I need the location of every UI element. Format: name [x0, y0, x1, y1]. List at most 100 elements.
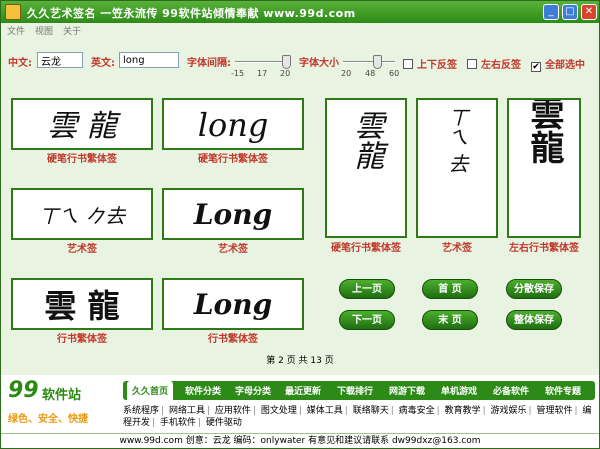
signature-text: 雲 龍: [44, 287, 119, 325]
preview-caption: 硬笔行书繁体签: [331, 243, 401, 254]
prev-page-button[interactable]: 上一页: [339, 279, 395, 299]
minimize-button[interactable]: _: [543, 4, 559, 20]
signature-image: Long: [193, 288, 272, 321]
font-spacing-label: 字体间隔:: [187, 58, 231, 69]
flip-horizontal-label: 左右反签: [481, 60, 521, 71]
preview-running-chinese[interactable]: 雲 龍: [11, 278, 153, 330]
spacing-tick-mid: 17: [257, 69, 268, 78]
signature-image: 雲龍: [524, 96, 564, 164]
preview-caption: 硬笔行书繁体签: [47, 154, 117, 165]
maximize-button[interactable]: □: [562, 4, 578, 20]
site-links: 系统程序 | 网络工具 | 应用软件 | 图文处理 | 媒体工具 | 联络聊天 | 病毒安全…: [123, 406, 592, 428]
tab-alphabet[interactable]: 字母分类: [235, 384, 271, 397]
first-page-button[interactable]: 首 页: [422, 279, 478, 299]
preview-vertical-art[interactable]: ㄒㄟ 去: [416, 98, 498, 238]
tab-latest[interactable]: 最近更新: [285, 384, 321, 397]
link-item[interactable]: 病毒安全: [399, 406, 435, 416]
flip-vertical-checkbox[interactable]: 上下反签: [403, 56, 457, 71]
tab-topics[interactable]: 软件专题: [545, 384, 581, 397]
preview-running-english[interactable]: Long: [162, 278, 304, 330]
signature-image: Long: [193, 198, 272, 231]
link-item[interactable]: 游戏娱乐: [491, 406, 527, 416]
signature-text: 雲龍: [349, 110, 384, 170]
tab-essentials[interactable]: 必备软件: [493, 384, 529, 397]
app-icon: [5, 4, 21, 20]
save-whole-button[interactable]: 整体保存: [506, 310, 562, 330]
link-item[interactable]: 手机软件: [160, 418, 196, 428]
link-item[interactable]: 图文处理: [261, 406, 297, 416]
logo-word: 软件站: [42, 388, 82, 403]
link-item[interactable]: 应用软件: [215, 406, 251, 416]
spacing-tick-min: -15: [231, 69, 245, 78]
link-item[interactable]: 联络聊天: [353, 406, 389, 416]
link-item[interactable]: 系统程序: [123, 406, 159, 416]
signature-image: 雲龍: [349, 110, 384, 170]
menu-file[interactable]: 文件: [7, 24, 25, 37]
checkbox-box[interactable]: [467, 59, 477, 69]
flip-horizontal-checkbox[interactable]: 左右反签: [467, 56, 521, 71]
signature-text: long: [198, 106, 269, 144]
tab-ranking[interactable]: 下载排行: [337, 384, 373, 397]
preview-hard-pen-chinese[interactable]: 雲 龍: [11, 98, 153, 150]
preview-vertical-running[interactable]: 雲龍: [507, 96, 581, 238]
link-item[interactable]: 硬件驱动: [206, 418, 242, 428]
link-item[interactable]: 网络工具: [169, 406, 205, 416]
preview-caption: 艺术签: [218, 244, 248, 255]
signature-image: long: [198, 106, 269, 144]
preview-art-chinese[interactable]: ㄒㄟ 𠂊去: [11, 188, 153, 240]
logo-number: 99: [8, 378, 39, 403]
save-split-button[interactable]: 分散保存: [506, 279, 562, 299]
size-tick-mid: 48: [365, 69, 376, 78]
site-logo[interactable]: 99 软件站 绿色、安全、快捷: [6, 378, 116, 428]
link-item[interactable]: 教育教学: [445, 406, 481, 416]
signature-text: Long: [193, 198, 272, 231]
close-button[interactable]: ✕: [581, 4, 597, 20]
link-item[interactable]: 管理软件: [536, 406, 572, 416]
chinese-name-label: 中文:: [8, 58, 32, 69]
menu-bar: 文件 视图 关于: [1, 23, 599, 37]
app-window: 久久艺术签名 一笠永流传 99软件站倾情奉献 www.99d.com _ □ ✕…: [0, 0, 600, 449]
slider-thumb[interactable]: [282, 55, 291, 69]
signature-text: ㄒㄟ 去: [445, 107, 469, 173]
flip-vertical-label: 上下反签: [417, 60, 457, 71]
signature-image: ㄒㄟ 𠂊去: [39, 204, 127, 228]
menu-view[interactable]: 视图: [35, 24, 53, 37]
size-tick-min: 20: [341, 69, 352, 78]
signature-image: 雲 龍: [47, 109, 122, 144]
window-title: 久久艺术签名 一笠永流传 99软件站倾情奉献 www.99d.com: [27, 7, 356, 20]
tab-single-games[interactable]: 单机游戏: [441, 384, 477, 397]
next-page-button[interactable]: 下一页: [339, 310, 395, 330]
link-item[interactable]: 媒体工具: [307, 406, 343, 416]
english-name-label: 英文:: [91, 58, 115, 69]
size-tick-max: 60: [389, 69, 400, 78]
logo-slogan: 绿色、安全、快捷: [8, 414, 88, 425]
tab-categories[interactable]: 软件分类: [185, 384, 221, 397]
title-bar[interactable]: 久久艺术签名 一笠永流传 99软件站倾情奉献 www.99d.com _ □ ✕: [1, 1, 599, 23]
preview-caption: 艺术签: [67, 244, 97, 255]
checkbox-box[interactable]: [403, 59, 413, 69]
preview-caption: 左右行书繁体签: [509, 243, 579, 254]
checkbox-box[interactable]: ✔: [531, 62, 541, 72]
english-name-input[interactable]: [119, 52, 179, 68]
slider-thumb[interactable]: [373, 55, 382, 69]
font-size-label: 字体大小: [299, 58, 339, 69]
preview-hard-pen-english[interactable]: long: [162, 98, 304, 150]
preview-caption: 行书繁体签: [57, 334, 107, 345]
preview-caption: 艺术签: [442, 243, 472, 254]
preview-caption: 硬笔行书繁体签: [198, 154, 268, 165]
preview-art-english[interactable]: Long: [162, 188, 304, 240]
site-banner: 99 软件站 绿色、安全、快捷 久久首页 软件分类 字母分类 最近更新 下载排行…: [1, 375, 599, 433]
chinese-name-input[interactable]: [37, 52, 83, 68]
preview-caption: 行书繁体签: [208, 334, 258, 345]
signature-text: ㄒㄟ 𠂊去: [39, 204, 127, 228]
select-all-checkbox[interactable]: ✔ 全部选中: [531, 56, 585, 72]
preview-vertical-hard-pen[interactable]: 雲龍: [325, 98, 407, 238]
menu-about[interactable]: 关于: [63, 24, 81, 37]
last-page-button[interactable]: 末 页: [422, 310, 478, 330]
tab-home[interactable]: 久久首页: [127, 381, 174, 400]
slider-track: [343, 61, 395, 63]
page-indicator: 第 2 页 共 13 页: [266, 356, 334, 366]
tab-online-games[interactable]: 网游下载: [389, 384, 425, 397]
signature-image: 雲 龍: [44, 287, 119, 325]
spacing-tick-max: 20: [280, 69, 291, 78]
